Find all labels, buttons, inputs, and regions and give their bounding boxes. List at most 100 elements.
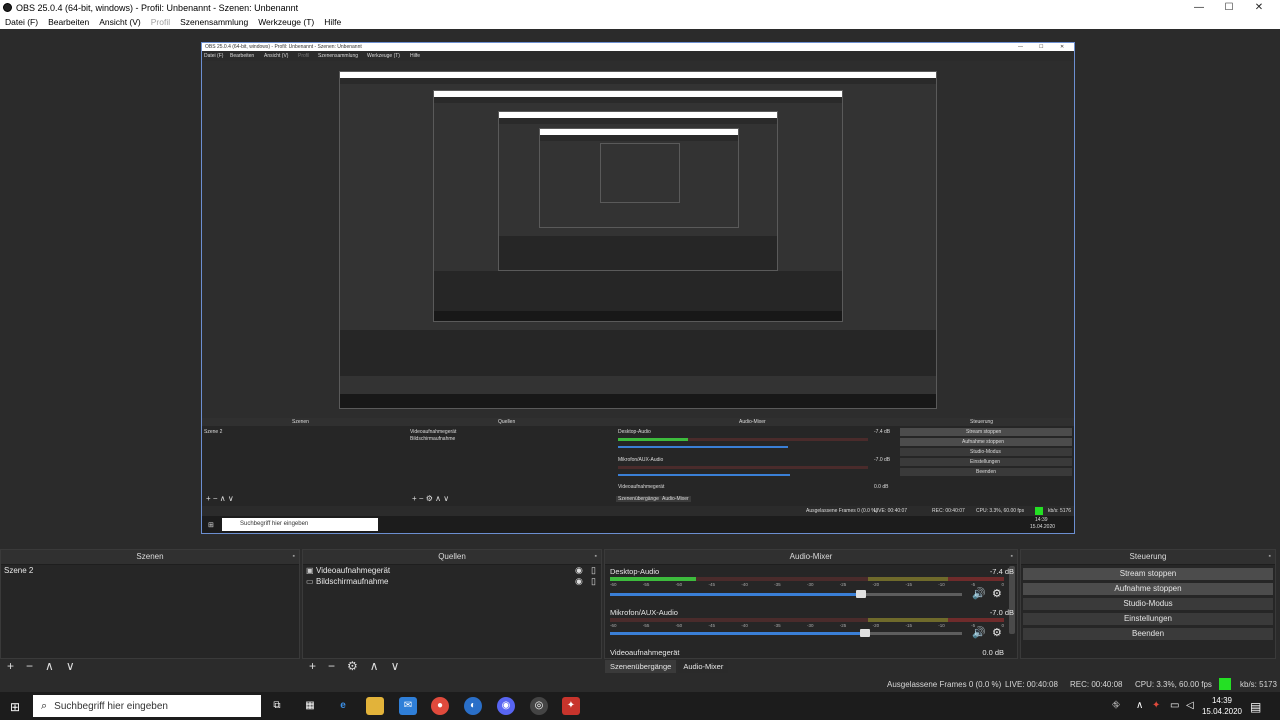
chevron-up-icon[interactable]: ∧ [1136,700,1143,711]
inner-dock-headers: Szenen Quellen Audio-Mixer Steuerung [202,418,1074,426]
sources-title: Quellen [438,552,466,561]
source-settings-gear-icon[interactable]: ⚙ [347,659,358,673]
mixer-title: Audio-Mixer [789,552,833,561]
file-explorer-icon[interactable] [366,697,384,715]
move-source-down-button[interactable]: ∨ [391,659,400,673]
stop-recording-button[interactable]: Aufnahme stoppen [1023,583,1273,595]
menu-help[interactable]: Hilfe [324,17,341,27]
sources-undock-icon[interactable]: ▪ [595,550,597,564]
maximize-button[interactable]: ☐ [1214,0,1244,15]
scenes-title: Szenen [136,552,164,561]
inner-studio-mode: Studio-Modus [970,449,1001,455]
tab-audio-mixer[interactable]: Audio-Mixer [678,660,729,673]
source-item-display[interactable]: ▭ Bildschirmaufnahme ◉ ▯ [303,576,601,587]
inner-source-1: Videoaufnahmegerät [410,429,457,435]
inner-menu-edit: Bearbeiten [230,53,255,59]
add-source-button[interactable]: + [309,659,316,673]
menu-edit[interactable]: Bearbeiten [48,17,89,27]
mixer-channel-mic: Mikrofon/AUX-Audio -7.0 dB -60 -55 -50 -45-… [610,608,1014,639]
audio-mixer-dock: Audio-Mixer ▪ Desktop-Audio -7.4 dB -60 -5… [604,549,1018,659]
remove-scene-button[interactable]: − [26,659,33,673]
tab-scene-transitions[interactable]: Szenenübergänge [605,660,677,673]
source-item-video[interactable]: ▣ Videoaufnahmegerät ◉ ▯ [303,565,601,576]
mail-icon[interactable]: ✉ [399,697,417,715]
windows-start-icon[interactable]: ⊞ [10,700,20,714]
network-people-icon[interactable]: ⛗ [1112,700,1120,711]
discord-icon[interactable]: ◉ [497,697,515,715]
menu-view[interactable]: Ansicht (V) [99,17,141,27]
inner-source-toolbar: + − ⚙ ∧ ∨ [412,494,450,503]
channel-name: Desktop-Audio [610,567,660,576]
taskbar-search-box[interactable]: ⌕ Suchbegriff hier eingeben [33,695,261,717]
tray-app-icon[interactable]: ✦ [1152,700,1160,711]
gear-icon[interactable]: ⚙ [992,587,1002,600]
inner-stream-stop: Stream stoppen [966,429,1002,435]
nested-preview-1 [339,71,937,409]
gear-icon[interactable]: ⚙ [992,626,1002,639]
menu-profile[interactable]: Profil [151,17,170,27]
stop-stream-button[interactable]: Stream stoppen [1023,568,1273,580]
lock-icon[interactable]: ▯ [591,565,596,576]
network-icon[interactable]: ▭ [1170,700,1179,711]
scenes-dock: Szenen ▪ Szene 2 + − ∧ ∨ [0,549,300,673]
clock-time: 14:39 [1211,696,1232,705]
inner-tab-mixer: Audio-Mixer [660,496,691,502]
speaker-icon[interactable]: 🔊 [972,626,986,639]
camera-icon: ▣ [306,566,314,575]
exit-button[interactable]: Beenden [1023,628,1273,640]
close-button[interactable]: ✕ [1244,0,1274,15]
source-label: Videoaufnahmegerät [316,566,391,575]
move-scene-up-button[interactable]: ∧ [45,659,54,673]
studio-mode-button[interactable]: Studio-Modus [1023,598,1273,610]
inner-menu-bar: Datei (F) Bearbeiten Ansicht (V) Profil … [202,51,1074,61]
teamspeak-icon[interactable]: ◐ [464,697,482,715]
scenes-undock-icon[interactable]: ▪ [293,550,295,564]
sources-toolbar: + − ⚙ ∧ ∨ [303,658,405,674]
dropped-frames: Ausgelassene Frames 0 (0.0 %) [887,680,1002,689]
menu-scene-collection[interactable]: Szenensammlung [180,17,248,27]
taskbar-clock[interactable]: 14:39 15.04.2020 [1202,695,1242,717]
lock-icon[interactable]: ▯ [591,576,596,587]
dock-tabs: Szenenübergänge Audio-Mixer [605,660,730,673]
inner-sources-title: Quellen [498,419,516,425]
scene-item[interactable]: Szene 2 [1,565,299,576]
speaker-icon[interactable]: 🔊 [972,587,986,600]
nested-preview-4 [539,128,739,228]
app-icon[interactable]: ▦ [301,697,319,715]
inner-desktop-meter-bg [688,438,868,441]
move-source-up-button[interactable]: ∧ [370,659,379,673]
volume-slider[interactable] [610,629,962,637]
chrome-icon[interactable]: ● [431,697,449,715]
eye-icon[interactable]: ◉ [575,565,583,576]
add-scene-button[interactable]: + [7,659,14,673]
obs-icon[interactable]: ◎ [530,697,548,715]
menu-file[interactable]: Datei (F) [5,17,38,27]
inner-exit: Beenden [976,469,997,475]
preview-area[interactable]: OBS 25.0.4 (64-bit, windows) - Profil: U… [0,29,1280,549]
inner-maximize-icon: ☐ [1039,44,1044,50]
controls-undock-icon[interactable]: ▪ [1269,550,1271,564]
mixer-undock-icon[interactable]: ▪ [1011,550,1013,564]
edge-icon[interactable]: e [334,697,352,715]
speaker-tray-icon[interactable]: ◁ [1186,700,1194,711]
mixer-scrollbar[interactable] [1009,566,1015,634]
notification-icon[interactable]: ▤ [1250,700,1261,714]
inner-video-db: 0.0 dB [874,484,889,490]
move-scene-down-button[interactable]: ∨ [66,659,75,673]
settings-button[interactable]: Einstellungen [1023,613,1273,625]
red-app-icon[interactable]: ✦ [562,697,580,715]
inner-desktop-db: -7.4 dB [874,429,891,435]
preview-canvas[interactable]: OBS 25.0.4 (64-bit, windows) - Profil: U… [201,42,1075,534]
remove-source-button[interactable]: − [328,659,335,673]
sources-dock: Quellen ▪ ▣ Videoaufnahmegerät ◉ ▯ ▭ Bildsc… [302,549,602,673]
eye-icon[interactable]: ◉ [575,576,583,587]
task-view-icon[interactable]: ⧉ [268,697,286,715]
inner-mic-db: -7.0 dB [874,457,891,463]
minimize-button[interactable]: — [1184,0,1214,15]
nested-preview-2 [433,90,843,322]
menu-tools[interactable]: Werkzeuge (T) [258,17,314,27]
volume-slider[interactable] [610,590,962,598]
meter-ticks: -60 -55 -50 -45 -40 -35 -30 -25 -20 -15 -10 -5 0 [610,623,1004,628]
inner-controls-title: Steuerung [970,419,994,425]
inner-record-stop: Aufnahme stoppen [962,439,1004,445]
